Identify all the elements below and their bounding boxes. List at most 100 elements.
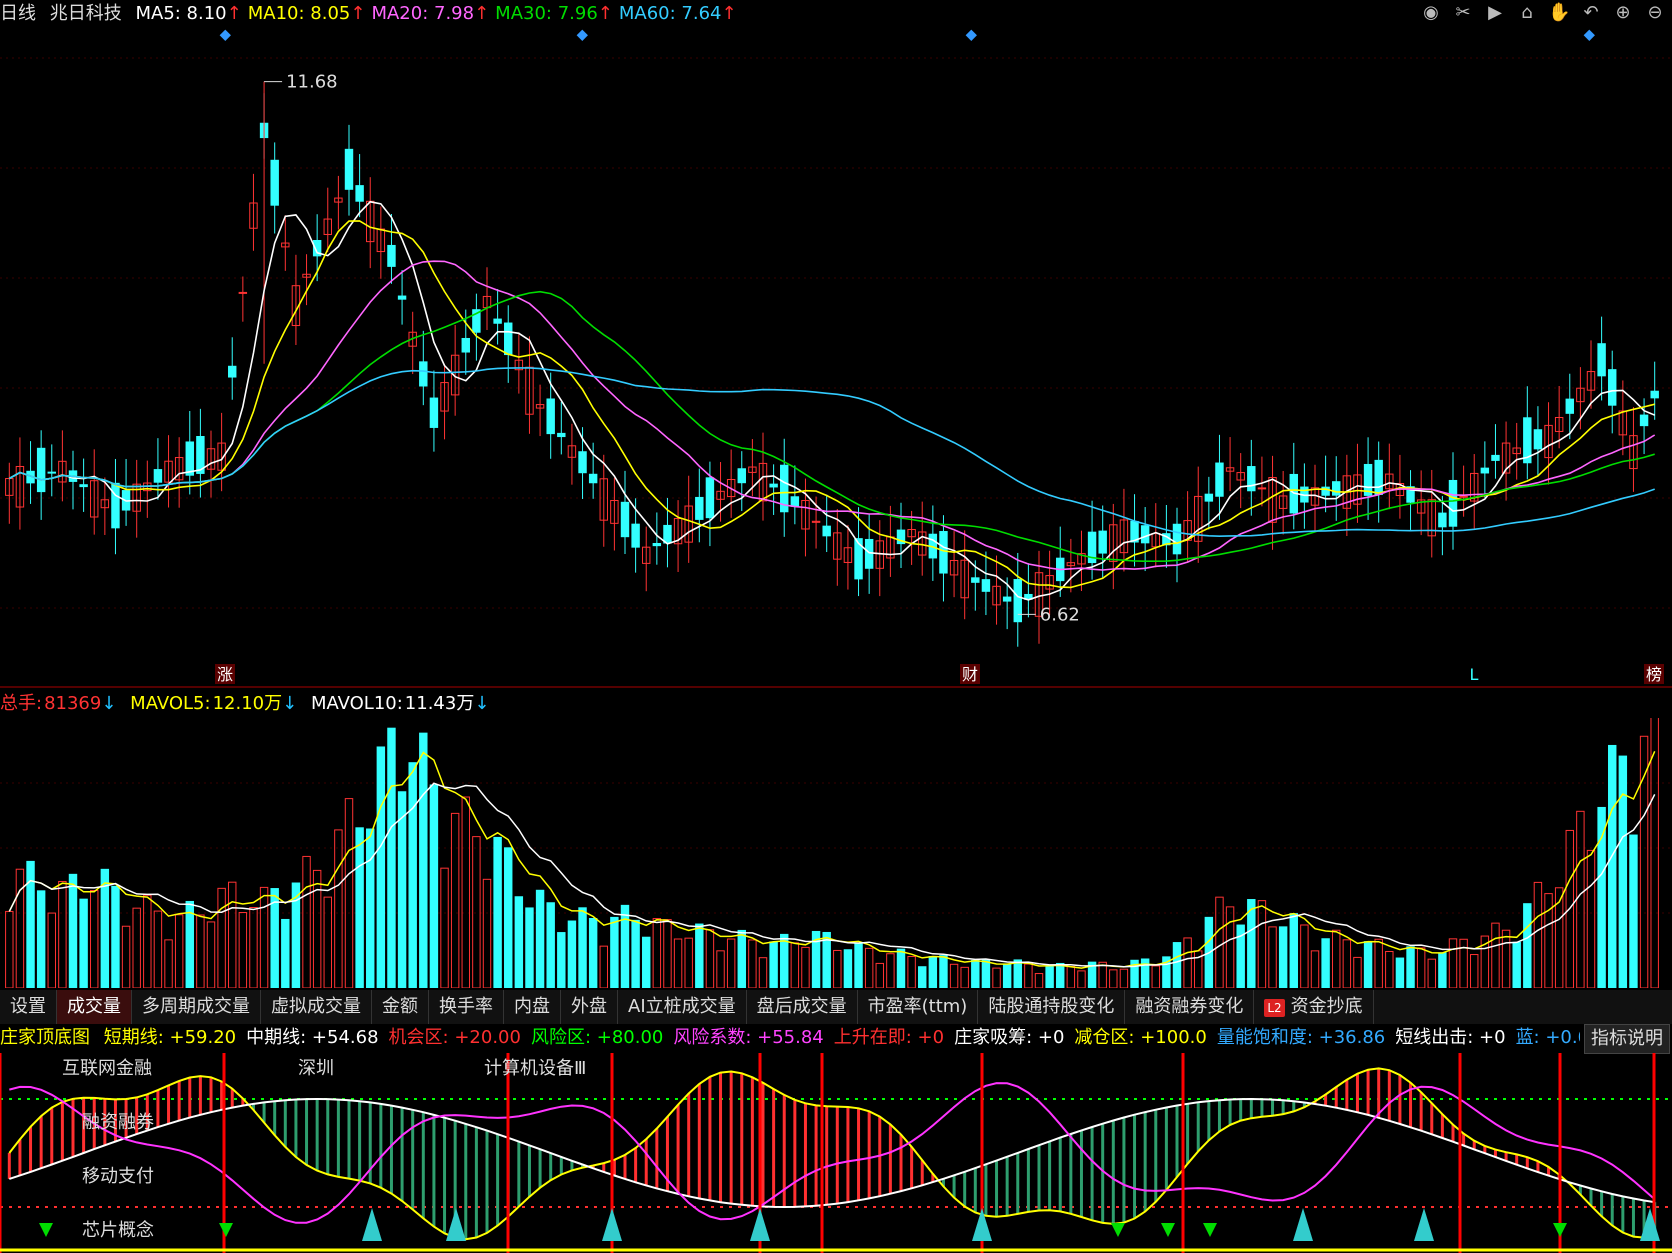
indicator-item: 减仓区: +100.0 [1074,1027,1207,1048]
volume-bar [419,732,428,988]
volume-bar [1353,956,1362,988]
tab-5[interactable]: 换手率 [429,990,504,1024]
down-arrow-icon [1111,1223,1125,1237]
hand-icon[interactable]: ✋ [1548,2,1570,24]
volume-bar [1639,735,1649,988]
candle-body [429,397,439,428]
indicator-item: 量能饱和度: +36.86 [1216,1027,1386,1048]
volume-bar [1257,900,1267,988]
tab-label: 设置 [10,996,46,1017]
indicator-line [8,1067,1655,1241]
candle-body [695,496,704,520]
eye-icon[interactable]: ◉ [1420,2,1442,24]
tab-label: 内盘 [514,996,550,1017]
up-triangle-icon [750,1208,770,1241]
tab-10[interactable]: 市盈率(ttm) [858,990,979,1024]
sector-label: 互联网金融 [62,1058,152,1079]
volume-bar [981,959,991,988]
zoom-in-icon[interactable]: ⊕ [1612,2,1634,24]
volume-bar [535,889,545,988]
volume-bar [875,962,884,988]
volume-bar [1491,922,1500,988]
volume-bar [323,896,332,988]
volume-header: 总手: 81369↓ MAVOL5: 12.10万↓ MAVOL10: 11.43万↓ [0,693,490,714]
period-label[interactable]: 日线 [0,3,36,24]
candle-body [864,538,874,569]
indicator-name[interactable]: 庄家顶底图 [0,1027,90,1048]
volume-bar [1140,958,1150,988]
volume-bar [344,798,354,988]
indicator-item: 蓝: +0.0 [1515,1027,1580,1048]
candle-body [111,482,120,529]
candle-body [1098,530,1107,554]
volume-bar [47,912,56,988]
candle-body [1533,429,1543,450]
tab-4[interactable]: 金额 [372,990,429,1024]
tab-7[interactable]: 外盘 [561,990,618,1024]
candle-body [1002,596,1012,602]
indicator-item: 风险区: +80.00 [530,1027,664,1048]
indicator-chart[interactable] [0,1053,1672,1253]
candle-body [578,451,587,474]
volume-bar [780,933,789,988]
play-icon[interactable]: ▶ [1484,2,1506,24]
candle-body [1480,467,1490,474]
tab-label: 金额 [382,996,418,1017]
volume-bar [928,956,938,988]
candlestick-chart[interactable]: 11.68 6.62 涨 财 L 榜 [0,28,1672,688]
zoom-out-icon[interactable]: ⊖ [1644,2,1666,24]
volume-bar [355,827,364,988]
scissors-icon[interactable]: ✂ [1452,2,1474,24]
tab-13[interactable]: L2 资金抄底 [1254,990,1374,1024]
volume-bar [461,796,470,988]
lock-icon[interactable]: ⌂ [1516,2,1538,24]
candle-body [939,531,948,574]
ma-line [8,260,1656,571]
volume-bar [1470,954,1479,988]
volume-chart[interactable] [0,718,1672,988]
candle-body [355,185,364,202]
tab-9[interactable]: 盘后成交量 [747,990,858,1024]
tab-0[interactable]: 设置 [0,990,57,1024]
candle-body [1650,390,1659,399]
volume-bar [705,929,715,988]
volume-bar [610,916,619,988]
ma-legend-item: MA60: 7.64↑ [618,3,737,24]
volume-bar [1300,924,1309,988]
tab-3[interactable]: 虚拟成交量 [261,990,372,1024]
volume-bar [1066,966,1076,988]
volume-bar [1247,899,1256,988]
volume-bar [238,912,248,988]
volume-bar [833,949,842,988]
volume-bar [652,918,662,988]
volume-bar [737,929,746,988]
volume-bar [121,925,131,988]
volume-bar [312,869,322,988]
tab-2[interactable]: 多周期成交量 [132,990,261,1024]
indicator-help-button[interactable]: 指标说明 [1584,1024,1670,1054]
undo-icon[interactable]: ↶ [1580,2,1602,24]
volume-bar [1576,810,1585,988]
tab-1[interactable]: 成交量 [57,990,132,1024]
volume-bar [493,836,502,988]
volume-bar [429,784,439,988]
volume-bar [567,920,577,988]
tab-6[interactable]: 内盘 [504,990,561,1024]
volume-bar [376,746,386,988]
candle-body [79,484,88,488]
tab-12[interactable]: 融资融券变化 [1125,990,1255,1024]
ma-legend-item: MA20: 7.98↑ [371,3,490,24]
candle-body [971,577,980,583]
volume-bar [1172,942,1182,988]
volume-bar [716,950,725,988]
volume-bar [408,762,417,988]
volume-bar [281,918,290,988]
ma-legend: MA5: 8.10↑ MA10: 8.05↑ MA20: 7.98↑ MA30: 7.… [135,3,742,24]
volume-bar [801,946,810,988]
tab-11[interactable]: 陆股通持股变化 [978,990,1126,1024]
mavol5-value: 12.10万 [212,693,283,714]
total-volume-value: 81369 [44,693,102,714]
candle-body [344,148,354,190]
tab-8[interactable]: AI立桩成交量 [618,990,747,1024]
volume-bar [482,878,492,988]
